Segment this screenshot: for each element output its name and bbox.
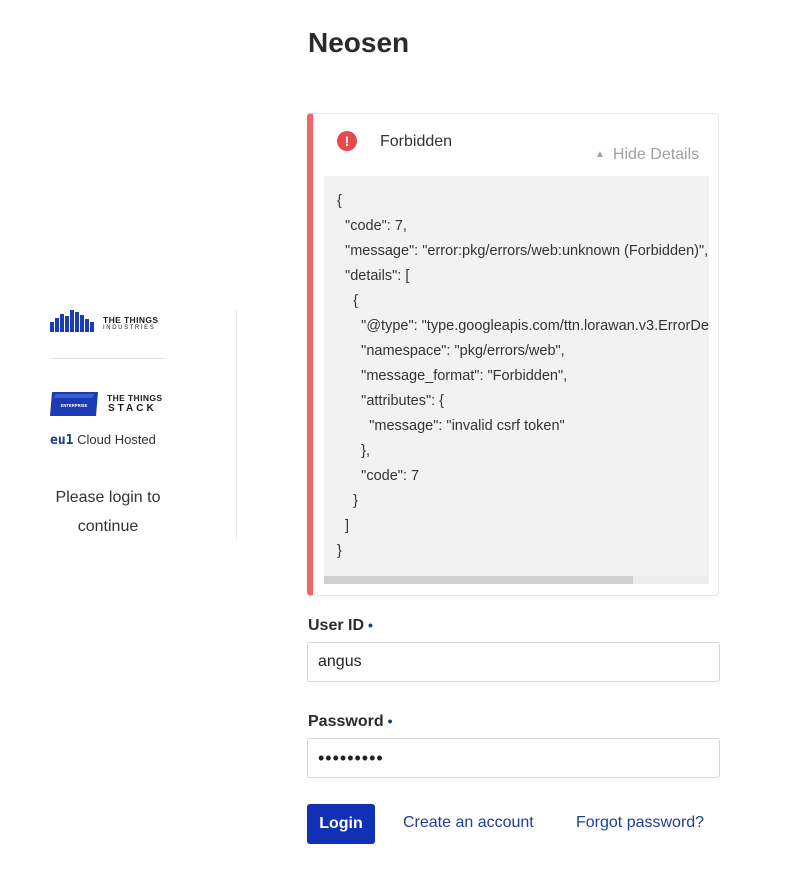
tti-bars-icon — [50, 310, 94, 332]
required-indicator: • — [387, 713, 393, 729]
error-details-panel[interactable]: { "code": 7, "message": "error:pkg/error… — [324, 176, 709, 584]
enterprise-badge-icon: ENTERPRISE — [50, 392, 98, 416]
cluster-region: eu1 — [50, 433, 74, 448]
tts-logo-text-line1: THE THINGS — [107, 393, 163, 403]
page-title: Neosen — [308, 27, 410, 58]
error-notification: ! Forbidden ▲ Hide Details { "code": 7, "… — [307, 113, 719, 596]
login-button[interactable]: Login — [307, 804, 375, 844]
error-details-json: { "code": 7, "message": "error:pkg/error… — [337, 193, 709, 559]
login-prompt: Please login to continue — [55, 489, 161, 535]
error-title: Forbidden — [380, 133, 453, 150]
user-id-input[interactable] — [307, 642, 720, 682]
cluster-type: Cloud Hosted — [77, 432, 156, 447]
password-label-text: Password — [308, 713, 384, 730]
details-scrollbar-thumb[interactable] — [324, 576, 633, 584]
tti-logo-text-line2: INDUSTRIES — [103, 325, 156, 331]
brand-panel: THE THINGS INDUSTRIES ENTERPRISE THE THI… — [0, 0, 237, 890]
hide-details-label: Hide Details — [612, 146, 700, 163]
required-indicator: • — [368, 617, 373, 633]
the-things-industries-logo: THE THINGS INDUSTRIES — [50, 310, 180, 334]
forgot-password-link[interactable]: Forgot password? — [576, 814, 704, 832]
user-id-label: User ID • — [308, 617, 373, 635]
enterprise-badge-text: ENTERPRISE — [61, 403, 88, 408]
brand-divider-vertical — [236, 310, 237, 540]
hide-details-toggle[interactable]: ▲ Hide Details — [595, 146, 699, 164]
brand-divider-horizontal — [50, 358, 166, 359]
create-account-link[interactable]: Create an account — [403, 814, 534, 832]
details-scrollbar-track[interactable] — [324, 576, 709, 584]
exclamation-circle-icon: ! — [337, 131, 357, 151]
password-label: Password • — [308, 713, 393, 731]
the-things-stack-logo: ENTERPRISE THE THINGS STACK — [50, 390, 180, 418]
cluster-info: eu1 Cloud Hosted — [50, 432, 156, 448]
tts-logo-text-line2: STACK — [108, 403, 157, 414]
password-input[interactable] — [307, 738, 720, 778]
caret-up-icon: ▲ — [595, 149, 605, 160]
user-id-label-text: User ID — [308, 617, 365, 634]
tti-logo-text-line1: THE THINGS — [103, 315, 159, 325]
